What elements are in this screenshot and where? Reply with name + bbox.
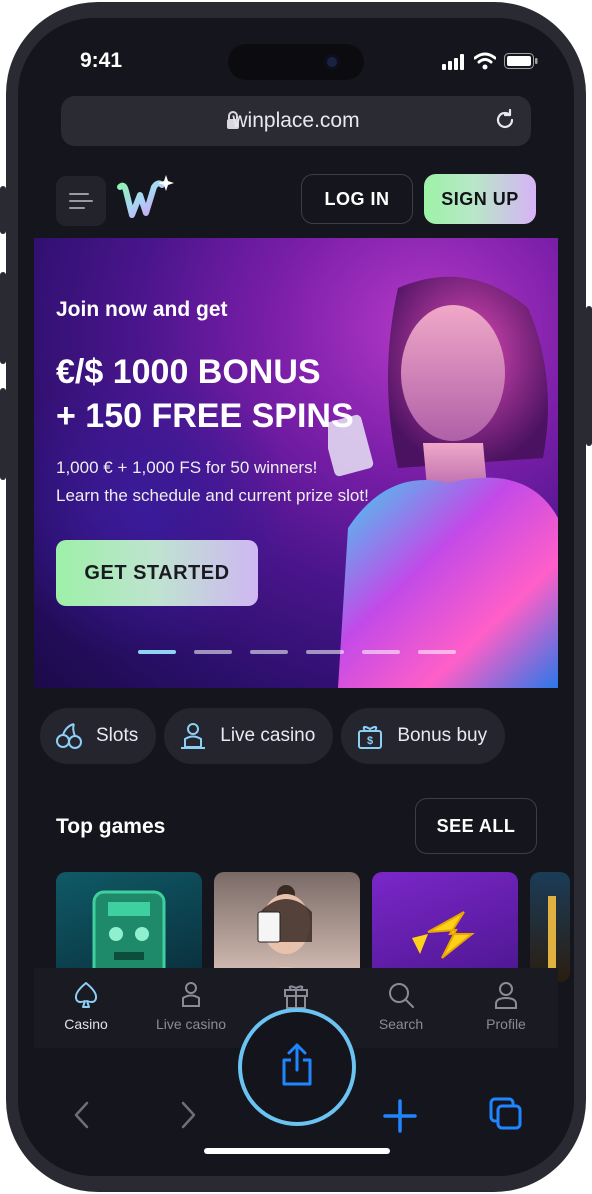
hero-subtitle: Join now and get bbox=[56, 298, 228, 321]
share-button[interactable] bbox=[238, 1008, 356, 1126]
camera-icon bbox=[324, 54, 340, 70]
see-all-button[interactable]: SEE ALL bbox=[415, 798, 537, 854]
category-chip-label: Live casino bbox=[220, 725, 316, 746]
menu-icon bbox=[69, 193, 89, 195]
carousel-dot[interactable] bbox=[250, 650, 288, 654]
action-button bbox=[0, 186, 6, 234]
game-thumbnail-lightning bbox=[412, 911, 475, 959]
hero-title-line1: €/$ 1000 BONUS bbox=[56, 353, 321, 391]
dealer-icon bbox=[182, 982, 200, 1007]
nav-item-search[interactable]: Search bbox=[351, 980, 451, 1032]
category-chip-live-casino[interactable]: Live casino bbox=[164, 708, 334, 764]
search-icon bbox=[389, 983, 414, 1008]
nav-item-profile[interactable]: Profile bbox=[456, 980, 556, 1032]
dealer-icon bbox=[181, 723, 206, 749]
hero-desc-line2: Learn the schedule and current prize slo… bbox=[56, 486, 369, 505]
nav-item-promotions[interactable] bbox=[246, 980, 346, 1010]
hero-desc-line1: 1,000 € + 1,000 FS for 50 winners! bbox=[56, 458, 318, 477]
category-chip-slots[interactable]: Slots bbox=[40, 708, 157, 764]
game-thumbnail-gold bbox=[548, 896, 556, 982]
hero-description: 1,000 € + 1,000 FS for 50 winners! Learn… bbox=[56, 454, 436, 510]
hero-banner[interactable]: Join now and get €/$ 1000 BONUS + 150 FR… bbox=[34, 238, 558, 688]
carousel-dot[interactable] bbox=[362, 650, 400, 654]
game-thumbnail-live-dealer bbox=[250, 885, 322, 982]
carousel-dot[interactable] bbox=[306, 650, 344, 654]
hero-title: €/$ 1000 BONUS + 150 FREE SPINS bbox=[56, 350, 416, 438]
carousel-dots bbox=[138, 650, 456, 654]
game-tile[interactable] bbox=[214, 872, 360, 982]
wifi-icon bbox=[474, 52, 496, 70]
share-icon bbox=[282, 1043, 312, 1086]
person-icon bbox=[495, 982, 517, 1009]
category-chip-label: Slots bbox=[96, 725, 139, 746]
carousel-dot[interactable] bbox=[138, 650, 176, 654]
nav-label: Live casino bbox=[155, 1016, 227, 1032]
category-chip-bonus-buy[interactable]: $ Bonus buy bbox=[341, 708, 506, 764]
get-started-button[interactable]: GET STARTED bbox=[56, 540, 258, 606]
volume-up-button bbox=[0, 272, 6, 364]
menu-button[interactable] bbox=[56, 176, 106, 226]
game-tile[interactable] bbox=[530, 872, 570, 982]
dynamic-island bbox=[228, 44, 364, 80]
volume-down-button bbox=[0, 388, 6, 480]
phone-screen: 9:41 winplace.com LOG IN SIGN UP Join no… bbox=[18, 18, 574, 1176]
power-button bbox=[586, 306, 592, 446]
nav-label: Casino bbox=[64, 1016, 108, 1032]
status-bar: 9:41 bbox=[18, 18, 574, 108]
gift-dollar-icon: $ bbox=[358, 725, 383, 749]
cherries-icon bbox=[56, 723, 82, 749]
game-thumbnail-aztec bbox=[92, 890, 166, 982]
game-tile[interactable] bbox=[56, 872, 202, 982]
battery-icon bbox=[504, 53, 538, 69]
reload-icon[interactable] bbox=[493, 108, 517, 132]
nav-label: Search bbox=[378, 1016, 424, 1032]
winplace-logo[interactable] bbox=[116, 173, 176, 228]
forward-icon[interactable] bbox=[178, 1100, 198, 1130]
home-indicator[interactable] bbox=[204, 1148, 390, 1154]
gift-icon bbox=[284, 985, 308, 1009]
game-tile[interactable] bbox=[372, 872, 518, 982]
menu-icon-line bbox=[69, 200, 93, 202]
svg-text:$: $ bbox=[367, 735, 373, 747]
signup-button[interactable]: SIGN UP bbox=[424, 174, 536, 224]
nav-item-casino[interactable]: Casino bbox=[36, 980, 136, 1032]
spade-icon bbox=[74, 982, 98, 1008]
section-title-top-games: Top games bbox=[56, 815, 166, 838]
url-text: winplace.com bbox=[232, 109, 360, 132]
nav-item-live-casino[interactable]: Live casino bbox=[141, 980, 241, 1032]
login-button[interactable]: LOG IN bbox=[301, 174, 413, 224]
hero-title-line2: + 150 FREE SPINS bbox=[56, 397, 354, 435]
back-icon[interactable] bbox=[72, 1100, 92, 1130]
menu-icon-line bbox=[69, 207, 85, 209]
carousel-dot[interactable] bbox=[194, 650, 232, 654]
new-tab-icon[interactable] bbox=[382, 1098, 418, 1134]
signal-icon bbox=[442, 54, 464, 70]
category-chips: Slots Live casino $ Bonus buy bbox=[40, 708, 560, 764]
tabs-icon[interactable] bbox=[488, 1096, 524, 1132]
address-bar[interactable]: winplace.com bbox=[61, 96, 531, 146]
carousel-dot[interactable] bbox=[418, 650, 456, 654]
status-time: 9:41 bbox=[80, 49, 123, 72]
category-chip-label: Bonus buy bbox=[397, 725, 488, 746]
nav-label: Profile bbox=[486, 1016, 526, 1032]
